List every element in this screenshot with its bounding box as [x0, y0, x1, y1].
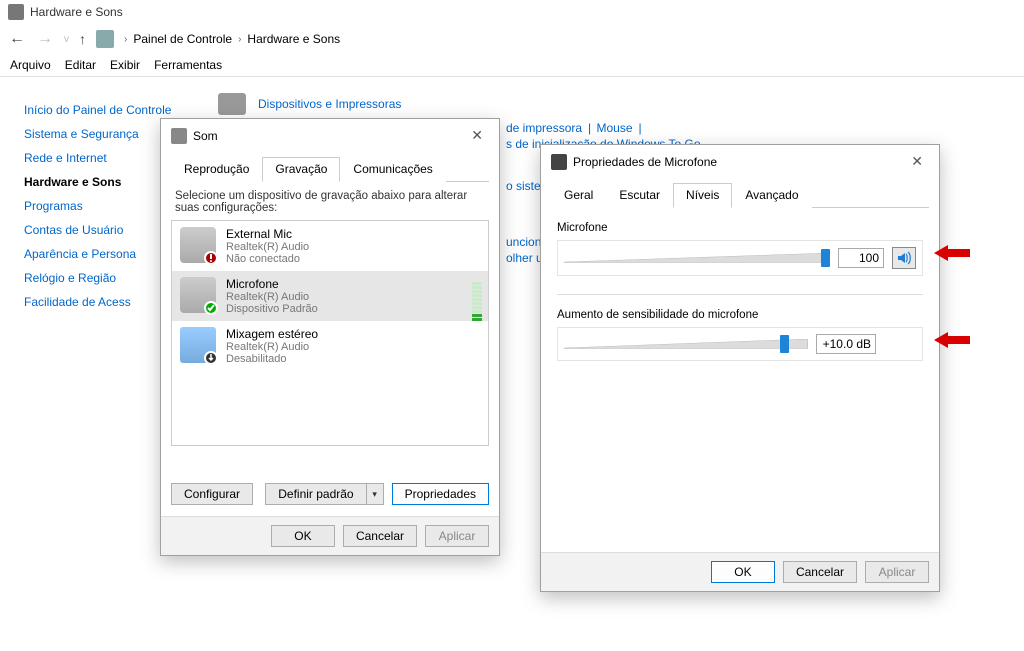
- tab-avancado[interactable]: Avançado: [732, 183, 811, 208]
- configure-button[interactable]: Configurar: [171, 483, 253, 505]
- device-microfone[interactable]: Microfone Realtek(R) Audio Dispositivo P…: [172, 271, 488, 321]
- menu-arquivo[interactable]: Arquivo: [10, 58, 51, 72]
- sound-icon: [171, 128, 187, 144]
- tab-gravacao[interactable]: Gravação: [262, 157, 340, 182]
- disabled-badge-icon: [204, 351, 218, 365]
- breadcrumb[interactable]: › Painel de Controle › Hardware e Sons: [124, 32, 340, 46]
- sound-instruction: Selecione um dispositivo de gravação aba…: [161, 182, 499, 220]
- recording-device-list[interactable]: External Mic Realtek(R) Audio Não conect…: [171, 220, 489, 446]
- chevron-down-icon[interactable]: ▾: [366, 483, 384, 505]
- sound-dialog-footer: OK Cancelar Aplicar: [161, 516, 499, 555]
- devices-printers-icon: [218, 93, 246, 115]
- mic-icon: [180, 277, 216, 313]
- mic-level-label: Microfone: [557, 222, 923, 234]
- set-default-button[interactable]: Definir padrão: [265, 483, 365, 505]
- mic-boost-label: Aumento de sensibilidade do microfone: [557, 309, 923, 321]
- apply-button[interactable]: Aplicar: [865, 561, 929, 583]
- mute-toggle-button[interactable]: [892, 247, 916, 269]
- mic-boost-slider[interactable]: [564, 335, 808, 353]
- nav-history-caret[interactable]: v: [64, 34, 69, 45]
- mic-icon: [180, 227, 216, 263]
- cancel-button[interactable]: Cancelar: [783, 561, 857, 583]
- device-name: Mixagem estéreo: [226, 327, 318, 341]
- app-icon: [8, 4, 24, 20]
- annotation-arrow-icon: [934, 243, 970, 263]
- link-printer[interactable]: de impressora: [506, 121, 582, 135]
- tab-geral[interactable]: Geral: [551, 183, 606, 208]
- level-meter: [472, 277, 482, 321]
- apply-button[interactable]: Aplicar: [425, 525, 489, 547]
- sound-tabs: Reprodução Gravação Comunicações: [171, 156, 489, 182]
- mic-dialog-footer: OK Cancelar Aplicar: [541, 552, 939, 591]
- sound-dialog: Som ✕ Reprodução Gravação Comunicações S…: [160, 118, 500, 556]
- mic-icon: [551, 154, 567, 170]
- link-mouse[interactable]: Mouse: [597, 121, 633, 135]
- breadcrumb-current[interactable]: Hardware e Sons: [247, 32, 340, 46]
- mic-level-value[interactable]: 100: [838, 248, 884, 268]
- menu-editar[interactable]: Editar: [65, 58, 96, 72]
- annotation-arrow-icon: [934, 330, 970, 350]
- tab-comunicacoes[interactable]: Comunicações: [340, 157, 445, 182]
- mic-tabs: Geral Escutar Níveis Avançado: [551, 182, 929, 208]
- sound-dialog-titlebar[interactable]: Som ✕: [161, 119, 499, 152]
- device-external-mic[interactable]: External Mic Realtek(R) Audio Não conect…: [172, 221, 488, 271]
- slider-thumb[interactable]: [821, 249, 830, 267]
- divider: [557, 294, 923, 295]
- mic-level-row: 100: [557, 240, 923, 276]
- device-status: Desabilitado: [226, 353, 318, 365]
- check-badge-icon: [204, 301, 218, 315]
- tab-escutar[interactable]: Escutar: [606, 183, 673, 208]
- device-status: Dispositivo Padrão: [226, 303, 318, 315]
- sound-dialog-title: Som: [193, 129, 218, 143]
- ok-button[interactable]: OK: [711, 561, 775, 583]
- nav-forward-button[interactable]: →: [36, 30, 54, 48]
- mic-properties-dialog: Propriedades de Microfone ✕ Geral Escuta…: [540, 144, 940, 592]
- menu-ferramentas[interactable]: Ferramentas: [154, 58, 222, 72]
- chevron-right-icon: ›: [124, 34, 127, 45]
- nav-back-button[interactable]: ←: [8, 30, 26, 48]
- ok-button[interactable]: OK: [271, 525, 335, 547]
- chevron-right-icon: ›: [238, 34, 241, 45]
- mic-dialog-titlebar[interactable]: Propriedades de Microfone ✕: [541, 145, 939, 178]
- breadcrumb-root[interactable]: Painel de Controle: [133, 32, 232, 46]
- nav-up-button[interactable]: ↑: [79, 31, 86, 47]
- breadcrumb-icon: [96, 30, 114, 48]
- device-driver: Realtek(R) Audio: [226, 291, 318, 303]
- sound-action-buttons: Configurar Definir padrão ▾ Propriedades: [161, 475, 499, 513]
- mic-level-slider[interactable]: [564, 249, 830, 267]
- set-default-split-button[interactable]: Definir padrão ▾: [265, 483, 383, 505]
- properties-button[interactable]: Propriedades: [392, 483, 489, 505]
- tab-reproducao[interactable]: Reprodução: [171, 157, 262, 182]
- error-badge-icon: [204, 251, 218, 265]
- close-button[interactable]: ✕: [465, 125, 489, 146]
- soundcard-icon: [180, 327, 216, 363]
- device-status: Não conectado: [226, 253, 309, 265]
- mic-boost-row: +10.0 dB: [557, 327, 923, 361]
- device-name: Microfone: [226, 277, 318, 291]
- window-titlebar: Hardware e Sons: [0, 0, 1024, 24]
- sidebar-home[interactable]: Início do Painel de Controle: [24, 103, 200, 117]
- device-name: External Mic: [226, 227, 309, 241]
- cancel-button[interactable]: Cancelar: [343, 525, 417, 547]
- mic-dialog-title: Propriedades de Microfone: [573, 155, 717, 169]
- close-button[interactable]: ✕: [905, 151, 929, 172]
- section-header: Dispositivos e Impressoras: [218, 93, 1024, 115]
- nav-bar: ← → v ↑ › Painel de Controle › Hardware …: [0, 24, 1024, 54]
- mic-boost-value[interactable]: +10.0 dB: [816, 334, 876, 354]
- window-title: Hardware e Sons: [30, 5, 123, 19]
- speaker-icon: [896, 250, 912, 266]
- section-title-link[interactable]: Dispositivos e Impressoras: [258, 97, 401, 111]
- mic-dialog-body: Microfone 100 Aumento de sensibilidad: [541, 208, 939, 361]
- menu-exibir[interactable]: Exibir: [110, 58, 140, 72]
- tab-niveis[interactable]: Níveis: [673, 183, 732, 208]
- menu-bar: Arquivo Editar Exibir Ferramentas: [0, 54, 1024, 77]
- device-mixagem[interactable]: Mixagem estéreo Realtek(R) Audio Desabil…: [172, 321, 488, 371]
- device-driver: Realtek(R) Audio: [226, 241, 309, 253]
- slider-thumb[interactable]: [780, 335, 789, 353]
- device-driver: Realtek(R) Audio: [226, 341, 318, 353]
